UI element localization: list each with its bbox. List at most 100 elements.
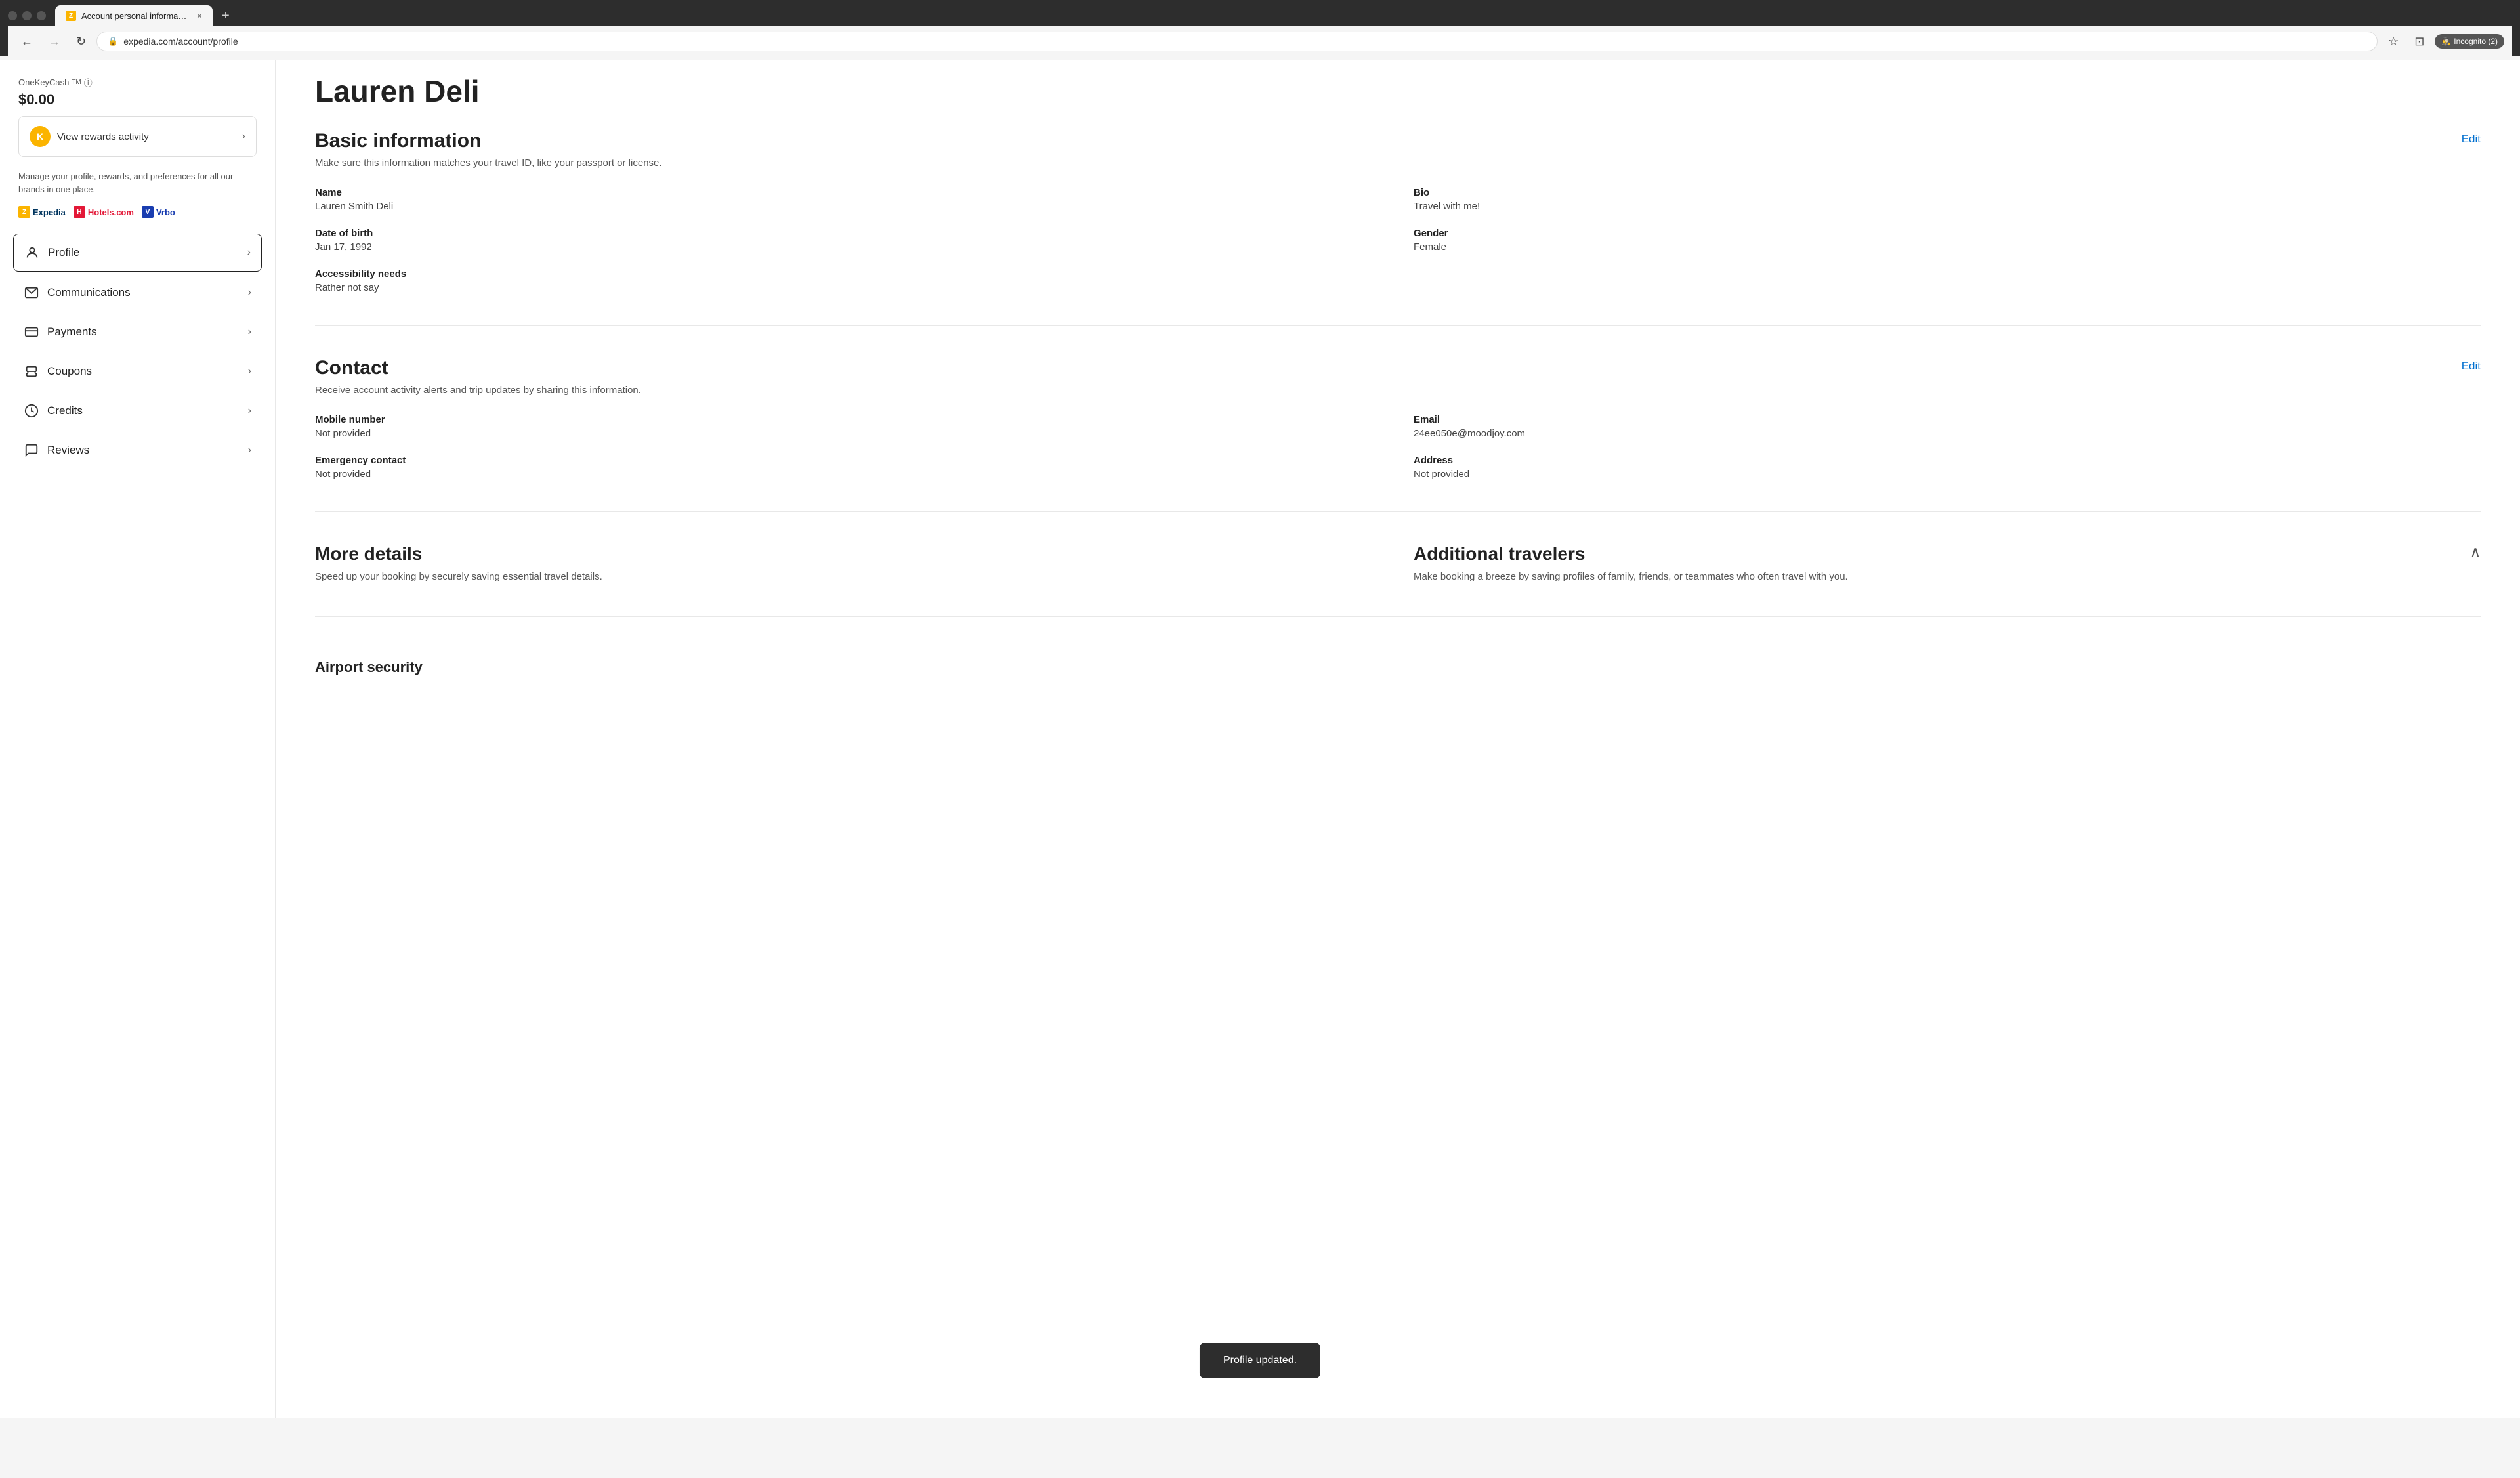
profile-nav-label: Profile bbox=[48, 246, 79, 259]
payments-icon bbox=[24, 324, 39, 340]
expedia-brand: Z Expedia bbox=[18, 206, 66, 218]
sidebar-item-credits[interactable]: Credits › bbox=[13, 392, 262, 429]
basic-info-header: Basic information Edit bbox=[315, 130, 2481, 152]
vrbo-favicon: V bbox=[142, 206, 154, 218]
basic-info-grid: Name Lauren Smith Deli Bio Travel with m… bbox=[315, 187, 2481, 293]
reviews-chevron: › bbox=[248, 444, 251, 456]
onekey-amount: $0.00 bbox=[18, 91, 257, 108]
coupons-icon bbox=[24, 364, 39, 379]
bio-field: Bio Travel with me! bbox=[1414, 187, 2481, 212]
sidebar-item-coupons[interactable]: Coupons › bbox=[13, 353, 262, 390]
name-field: Name Lauren Smith Deli bbox=[315, 187, 1382, 212]
airport-security-section: Airport security bbox=[315, 648, 2481, 676]
onekey-icon: K bbox=[30, 126, 51, 147]
additional-travelers-collapse-button[interactable]: ∧ bbox=[2470, 543, 2481, 560]
new-tab-button[interactable]: + bbox=[217, 6, 235, 26]
more-details-title: More details bbox=[315, 543, 1382, 564]
sidebar-nav: Profile › Communications › bbox=[0, 234, 275, 469]
contact-grid: Mobile number Not provided Email 24ee050… bbox=[315, 414, 2481, 480]
credits-nav-label: Credits bbox=[47, 404, 83, 417]
additional-travelers-subtitle: Make booking a breeze by saving profiles… bbox=[1414, 570, 2481, 585]
manage-brands-text: Manage your profile, rewards, and prefer… bbox=[18, 170, 257, 196]
browser-chrome: Z Account personal information × + ← → ↻… bbox=[0, 0, 2520, 56]
payments-nav-label: Payments bbox=[47, 326, 97, 339]
maximize-button[interactable] bbox=[22, 11, 32, 20]
tab-close-button[interactable]: × bbox=[197, 11, 202, 21]
payments-chevron: › bbox=[248, 326, 251, 338]
credits-icon bbox=[24, 403, 39, 419]
coupons-chevron: › bbox=[248, 366, 251, 377]
onekey-cash-label: OneKeyCash TM ⓘ bbox=[18, 76, 257, 89]
main-content: Lauren Deli Basic information Edit Make … bbox=[276, 60, 2520, 1418]
reload-button[interactable]: ↻ bbox=[71, 32, 91, 51]
url-text: expedia.com/account/profile bbox=[123, 36, 2366, 47]
accessibility-field: Accessibility needs Rather not say bbox=[315, 268, 1382, 293]
incognito-badge: 🕵 Incognito (2) bbox=[2435, 34, 2504, 49]
profile-icon bbox=[24, 245, 40, 261]
address-field: Address Not provided bbox=[1414, 455, 2481, 480]
hotels-brand: H Hotels.com bbox=[74, 206, 134, 218]
basic-info-section: Basic information Edit Make sure this in… bbox=[315, 130, 2481, 326]
sidebar-rewards-section: OneKeyCash TM ⓘ $0.00 K View rewards act… bbox=[0, 76, 275, 218]
sidebar-item-communications[interactable]: Communications › bbox=[13, 274, 262, 311]
hotels-favicon: H bbox=[74, 206, 85, 218]
sidebar-item-profile[interactable]: Profile › bbox=[13, 234, 262, 272]
gender-field: Gender Female bbox=[1414, 228, 2481, 253]
reviews-icon bbox=[24, 442, 39, 458]
reviews-nav-label: Reviews bbox=[47, 444, 89, 457]
expedia-favicon: Z bbox=[18, 206, 30, 218]
onekey-info-button[interactable]: ⓘ bbox=[84, 76, 93, 89]
user-name-header: Lauren Deli bbox=[315, 60, 2481, 130]
communications-icon bbox=[24, 285, 39, 301]
url-bar[interactable]: 🔒 expedia.com/account/profile bbox=[96, 32, 2378, 51]
basic-info-title: Basic information bbox=[315, 130, 481, 152]
nav-bar: ← → ↻ 🔒 expedia.com/account/profile ☆ ⊡ … bbox=[8, 26, 2512, 56]
sidebar-item-reviews[interactable]: Reviews › bbox=[13, 432, 262, 469]
additional-travelers-section: Additional travelers ∧ Make booking a br… bbox=[1414, 543, 2481, 585]
emergency-contact-field: Emergency contact Not provided bbox=[315, 455, 1382, 480]
forward-button[interactable]: → bbox=[43, 32, 66, 51]
contact-subtitle: Receive account activity alerts and trip… bbox=[315, 385, 2481, 396]
sidebar-item-payments[interactable]: Payments › bbox=[13, 314, 262, 350]
toast-message: Profile updated. bbox=[1223, 1355, 1297, 1366]
profile-chevron: › bbox=[247, 247, 251, 259]
page-wrapper: OneKeyCash TM ⓘ $0.00 K View rewards act… bbox=[0, 60, 2520, 1418]
two-col-section: More details Speed up your booking by se… bbox=[315, 543, 2481, 585]
communications-nav-label: Communications bbox=[47, 286, 131, 299]
onekey-cash-section: OneKeyCash TM ⓘ $0.00 bbox=[18, 76, 257, 108]
tab-bar: Z Account personal information × + bbox=[8, 5, 2512, 26]
airport-security-title: Airport security bbox=[315, 648, 2481, 676]
contact-header: Contact Edit bbox=[315, 357, 2481, 379]
contact-section: Contact Edit Receive account activity al… bbox=[315, 357, 2481, 512]
close-window-button[interactable] bbox=[37, 11, 46, 20]
brand-logos: Z Expedia H Hotels.com V Vrbo bbox=[18, 206, 257, 218]
sidebar: OneKeyCash TM ⓘ $0.00 K View rewards act… bbox=[0, 60, 276, 1418]
contact-edit-button[interactable]: Edit bbox=[2462, 357, 2481, 375]
mobile-field: Mobile number Not provided bbox=[315, 414, 1382, 439]
chevron-right-icon: › bbox=[242, 131, 245, 142]
bookmark-button[interactable]: ☆ bbox=[2383, 32, 2404, 51]
basic-info-subtitle: Make sure this information matches your … bbox=[315, 158, 2481, 169]
additional-travelers-title: Additional travelers bbox=[1414, 543, 1585, 564]
tab-favicon: Z bbox=[66, 11, 76, 21]
profile-switcher-button[interactable]: ⊡ bbox=[2409, 32, 2429, 51]
tab-title: Account personal information bbox=[81, 11, 189, 21]
view-rewards-button[interactable]: K View rewards activity › bbox=[18, 116, 257, 157]
view-rewards-label: View rewards activity bbox=[57, 131, 149, 142]
bottom-sections: More details Speed up your booking by se… bbox=[315, 543, 2481, 617]
basic-info-edit-button[interactable]: Edit bbox=[2462, 130, 2481, 148]
vrbo-brand: V Vrbo bbox=[142, 206, 175, 218]
back-button[interactable]: ← bbox=[16, 32, 38, 51]
nav-actions: ☆ ⊡ 🕵 Incognito (2) bbox=[2383, 32, 2504, 51]
email-field: Email 24ee050e@moodjoy.com bbox=[1414, 414, 2481, 439]
more-details-section: More details Speed up your booking by se… bbox=[315, 543, 1382, 585]
more-details-subtitle: Speed up your booking by securely saving… bbox=[315, 570, 1382, 585]
contact-title: Contact bbox=[315, 357, 388, 379]
active-tab[interactable]: Z Account personal information × bbox=[55, 5, 213, 26]
coupons-nav-label: Coupons bbox=[47, 365, 92, 378]
dob-field: Date of birth Jan 17, 1992 bbox=[315, 228, 1382, 253]
communications-chevron: › bbox=[248, 287, 251, 299]
minimize-button[interactable] bbox=[8, 11, 17, 20]
toast-notification: Profile updated. bbox=[1200, 1343, 1320, 1378]
credits-chevron: › bbox=[248, 405, 251, 417]
